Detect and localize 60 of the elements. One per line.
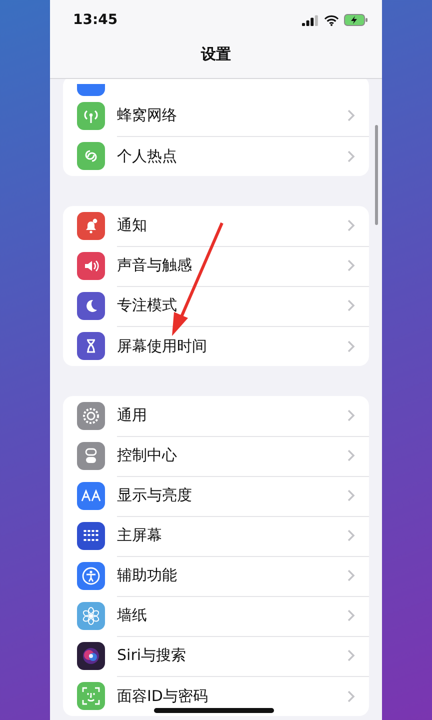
row-label: 声音与触感 xyxy=(117,256,192,275)
row-label: 控制中心 xyxy=(117,446,177,465)
bluetooth-icon xyxy=(77,84,105,96)
row-label: 墙纸 xyxy=(117,606,147,625)
chevron-icon xyxy=(347,489,355,502)
chevron-icon xyxy=(347,609,355,622)
settings-row[interactable]: 屏幕使用时间 xyxy=(63,326,369,366)
setting-icon xyxy=(77,602,105,630)
battery-icon xyxy=(344,14,368,26)
settings-row[interactable]: 辅助功能 xyxy=(63,556,369,596)
settings-row[interactable]: 通用 xyxy=(63,396,369,436)
setting-icon xyxy=(77,292,105,320)
setting-icon xyxy=(77,102,105,130)
chevron-icon xyxy=(347,649,355,662)
settings-row[interactable]: 显示与亮度 xyxy=(63,476,369,516)
chevron-icon xyxy=(347,219,355,232)
settings-row[interactable]: 主屏幕 xyxy=(63,516,369,556)
setting-icon xyxy=(77,482,105,510)
setting-icon xyxy=(77,442,105,470)
setting-icon xyxy=(77,562,105,590)
setting-icon xyxy=(77,212,105,240)
row-label: 主屏幕 xyxy=(117,526,162,545)
signal-icon xyxy=(302,14,319,26)
row-label: Siri与搜索 xyxy=(117,646,186,665)
status-time: 13:45 xyxy=(73,12,118,28)
page-title: 设置 xyxy=(200,45,232,64)
setting-icon xyxy=(77,332,105,360)
setting-icon xyxy=(77,642,105,670)
chevron-icon xyxy=(347,299,355,312)
row-label: 蜂窝网络 xyxy=(117,106,177,125)
chevron-icon xyxy=(347,259,355,272)
setting-icon xyxy=(77,682,105,710)
settings-row[interactable]: Siri与搜索 xyxy=(63,636,369,676)
setting-icon xyxy=(77,402,105,430)
settings-row[interactable]: 蜂窝网络 xyxy=(63,96,369,136)
chevron-icon xyxy=(347,409,355,422)
chevron-icon xyxy=(347,449,355,462)
row-label: 通知 xyxy=(117,216,147,235)
settings-row[interactable]: 声音与触感 xyxy=(63,246,369,286)
settings-row[interactable]: 控制中心 xyxy=(63,436,369,476)
row-label: 个人热点 xyxy=(117,146,177,166)
setting-icon xyxy=(77,252,105,280)
row-label: 通用 xyxy=(117,406,147,425)
row-label: 显示与亮度 xyxy=(117,486,192,505)
settings-row[interactable]: 个人热点 xyxy=(63,136,369,176)
chevron-icon xyxy=(347,529,355,542)
row-label: 面容ID与密码 xyxy=(117,686,208,706)
row-label: 辅助功能 xyxy=(117,566,177,585)
chevron-icon xyxy=(347,690,355,702)
settings-row[interactable]: 通知 xyxy=(63,206,369,246)
chevron-icon xyxy=(347,340,355,352)
setting-icon xyxy=(77,522,105,550)
wifi-icon xyxy=(324,14,339,26)
row-label: 专注模式 xyxy=(117,296,177,315)
chevron-icon xyxy=(347,109,355,122)
row-label: 屏幕使用时间 xyxy=(117,336,207,356)
chevron-icon xyxy=(347,569,355,582)
setting-icon xyxy=(77,142,105,170)
chevron-icon xyxy=(347,150,355,162)
settings-row[interactable]: 墙纸 xyxy=(63,596,369,636)
